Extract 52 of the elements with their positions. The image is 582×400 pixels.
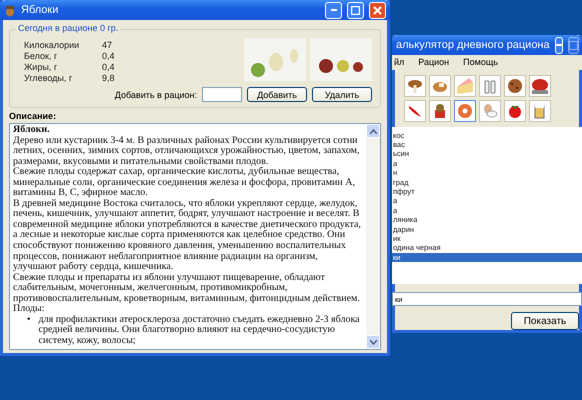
amount-field[interactable] [202, 87, 242, 102]
menu-item[interactable]: Рацион [418, 57, 450, 68]
menu-item[interactable]: йл [394, 57, 404, 68]
nutrient-value: 9,8 [102, 73, 116, 83]
food-button[interactable] [504, 100, 526, 122]
scroll-down-button[interactable] [366, 335, 380, 349]
description-title: Яблоки. [13, 125, 51, 136]
bullet-item: для профилактики атеросклероза достаточно съедать ежедневно 2-3 яблока средней величины. Они благотворно влияют на сердечно-сосудистую систему, кожу, волосы; [38, 314, 361, 346]
description-label: Описание: [9, 111, 58, 121]
group-legend: Сегодня в рационе 0 гр. [16, 23, 120, 33]
food-icon [481, 102, 499, 120]
food-button[interactable] [479, 74, 501, 97]
food-button[interactable] [429, 74, 451, 97]
add-label: Добавить в рацион: [114, 90, 197, 100]
food-button[interactable] [529, 74, 551, 97]
nutrient-value: 0,4 [102, 51, 116, 61]
show-button[interactable]: Показать [511, 312, 579, 330]
description-paragraph: Дерево или кустарник 3-4 м. В различных районах России культивируется сотни летних, осенних, зимних сортов, отличающихся урожайностью, цветом, запахом, размерами, вкусовыми и питательными свойствами плодов. [13, 136, 360, 167]
scroll-up-button[interactable] [366, 124, 380, 138]
description-paragraph: В древней медицине Востока считалось, что яблоки укрепляют сердце, желудок, печень, кишечник, улучшают аппетит, бодрят, улучшают настроение и веселят. В современной медицине яблоки употребляются в качестве диетического продукта, а лесные и некоторые кислые сорта применяются как целебное средство. Они способствуют понижению кровяного давления, уменьшению воспалительных процессов, понижают неблагоприятное влияние радиации на организм, улучшают работу сердца, кишечника. [13, 198, 362, 273]
window-title: Яблоки [21, 4, 60, 16]
food-button[interactable] [429, 100, 451, 122]
description-paragraph: Свежие плоды содержат сахар, органические кислоты, дубильные вещества, минеральные соли, органические соединения железа и фосфора, провитамин А, витамины В, С, эфирное масло. [13, 167, 356, 199]
bullet-marker: • [27, 314, 31, 327]
photo-placeholder [310, 38, 372, 81]
description-paragraph: Плоды: [13, 304, 45, 315]
food-button[interactable] [404, 100, 426, 122]
acorn-icon [4, 3, 16, 17]
food-icon [506, 76, 524, 95]
close-button[interactable] [369, 2, 386, 18]
nutrient-name: Килокалории [24, 40, 80, 50]
food-icon [456, 102, 474, 120]
menu-item[interactable]: Помощь [463, 57, 498, 68]
food-button[interactable] [479, 100, 501, 122]
add-button[interactable]: Добавить [247, 87, 307, 102]
food-button[interactable] [454, 100, 476, 122]
food-button[interactable] [529, 100, 551, 122]
food-icon [531, 76, 549, 95]
food-button[interactable] [504, 74, 526, 97]
food-button[interactable] [404, 74, 426, 97]
window-title: алькулятор дневного рациона [396, 39, 550, 51]
close-icon [373, 6, 382, 14]
nutrient-name: Белок, г [24, 51, 58, 61]
nutrient-name: Углеводы, г [24, 73, 74, 83]
description-paragraph: Свежие плоды и препараты из яблони улучшают пищеварение, обладают слабительным, мочегонным, желчегонным, противомикробным, противовоспалительным, кроветворным, витаминным, фитонцидным действием. [13, 272, 361, 304]
nutrient-value: 0,4 [102, 62, 116, 72]
food-icon [456, 76, 474, 95]
nutrient-value: 47 [102, 40, 114, 50]
nutrient-name: Жиры, г [24, 62, 58, 72]
photo-placeholder [244, 38, 306, 81]
scrollbar[interactable] [366, 124, 380, 349]
remove-button[interactable]: Удалить [312, 87, 372, 102]
